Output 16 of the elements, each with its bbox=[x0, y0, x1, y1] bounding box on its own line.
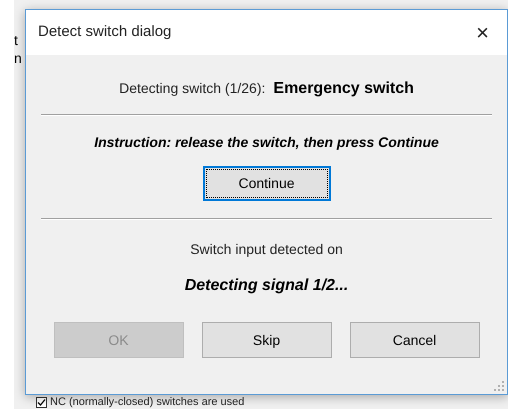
switch-name: Emergency switch bbox=[273, 79, 414, 99]
detected-label: Switch input detected on bbox=[190, 240, 343, 259]
checkbox[interactable] bbox=[36, 396, 47, 408]
close-button[interactable]: × bbox=[472, 22, 493, 44]
dialog-button[interactable]: Skip bbox=[202, 322, 332, 358]
continue-button[interactable]: Continue bbox=[202, 166, 330, 201]
progress-label: Detecting switch (1/26): bbox=[119, 79, 266, 98]
background-text: t bbox=[14, 32, 18, 48]
checkbox-label: NC (normally-closed) switches are used bbox=[50, 396, 244, 408]
status-text: Detecting signal 1/2... bbox=[184, 276, 348, 296]
check-icon bbox=[37, 398, 46, 406]
background-text: n bbox=[14, 50, 22, 66]
dialog-button[interactable]: Cancel bbox=[350, 322, 480, 358]
instruction-text: Instruction: release the switch, then press Continue bbox=[94, 133, 439, 152]
resize-grip-icon bbox=[494, 381, 504, 391]
window-title: Detect switch dialog bbox=[38, 22, 172, 42]
